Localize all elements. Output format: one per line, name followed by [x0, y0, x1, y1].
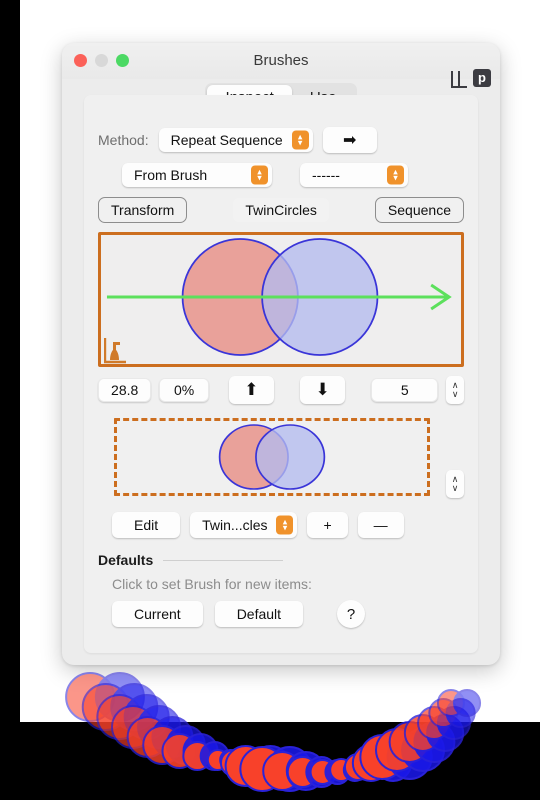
source-target-row: From Brush ▴ ▾ ------ ▴ ▾	[98, 163, 464, 187]
defaults-buttons-row: Current Default ?	[98, 600, 464, 628]
source-select-value: From Brush	[134, 167, 208, 183]
chevron-updown-icon: ▴ ▾	[387, 165, 404, 185]
percent-field[interactable]: 0%	[159, 378, 209, 402]
move-down-button[interactable]: ⬇	[299, 376, 346, 404]
inspect-panel: Method: Repeat Sequence ▴ ▾ ➡ From Brush …	[84, 95, 478, 653]
method-select-value: Repeat Sequence	[170, 132, 283, 148]
sequence-preview-area: ∧ ∨	[98, 418, 464, 500]
brush-stamp	[436, 689, 482, 717]
sequence-button[interactable]: Sequence	[374, 197, 464, 223]
arrow-right-icon: ➡	[342, 132, 357, 149]
canvas-controls-row: 28.8 0% ⬆ ⬇ 5 ∧ ∨	[98, 376, 464, 404]
item-select-value: Twin...cles	[202, 517, 268, 533]
count-field[interactable]: 5	[371, 378, 439, 402]
twin-circles-thumbnail	[218, 424, 326, 490]
stepper-down-icon[interactable]: ∨	[452, 483, 459, 493]
source-select[interactable]: From Brush ▴ ▾	[122, 163, 272, 187]
brushes-window: Brushes p Inspect Use Method: Repeat Seq…	[62, 43, 500, 665]
arrow-up-icon: ⬆	[244, 380, 259, 399]
item-select[interactable]: Twin...cles ▴ ▾	[190, 512, 298, 538]
corner-icon-group: p	[450, 69, 491, 88]
help-button[interactable]: ?	[337, 600, 366, 628]
apply-arrow-button[interactable]: ➡	[322, 127, 377, 153]
current-button[interactable]: Current	[112, 601, 203, 627]
p-badge-icon[interactable]: p	[473, 69, 491, 87]
brush-preview-canvas[interactable]	[98, 232, 464, 367]
method-select[interactable]: Repeat Sequence ▴ ▾	[158, 128, 313, 152]
size-field[interactable]: 28.8	[98, 378, 152, 402]
chevron-updown-icon: ▴ ▾	[291, 130, 309, 150]
flask-icon	[104, 338, 126, 364]
item-actions-row: Edit Twin...cles ▴ ▾ + —	[98, 512, 464, 538]
chevron-updown-icon: ▴ ▾	[251, 165, 268, 185]
defaults-divider	[163, 559, 284, 561]
target-select-value: ------	[312, 167, 340, 183]
chips-row: Transform TwinCircles Sequence	[98, 197, 464, 223]
default-button[interactable]: Default	[214, 601, 304, 627]
sequence-preview-box[interactable]	[114, 418, 430, 496]
defaults-subtitle: Click to set Brush for new items:	[112, 576, 312, 592]
method-row: Method: Repeat Sequence ▴ ▾ ➡	[98, 127, 464, 153]
preview-stepper[interactable]: ∧ ∨	[446, 470, 464, 498]
window-titlebar: Brushes p	[62, 43, 500, 88]
count-stepper[interactable]: ∧ ∨	[446, 376, 464, 404]
defaults-section-header: Defaults	[98, 552, 464, 568]
stepper-down-icon[interactable]: ∨	[452, 389, 459, 399]
method-label: Method:	[98, 132, 149, 148]
edit-button[interactable]: Edit	[112, 512, 181, 538]
defaults-heading: Defaults	[98, 552, 154, 568]
move-up-button[interactable]: ⬆	[228, 376, 274, 404]
brush-stroke-artwork	[65, 672, 482, 792]
target-select[interactable]: ------ ▴ ▾	[300, 163, 408, 187]
transform-button[interactable]: Transform	[98, 197, 188, 223]
chevron-updown-icon: ▴ ▾	[276, 515, 294, 535]
add-item-button[interactable]: +	[307, 512, 348, 538]
remove-item-button[interactable]: —	[357, 512, 404, 538]
layout-bracket-icon[interactable]	[450, 70, 467, 88]
brush-name-button[interactable]: TwinCircles	[233, 198, 329, 222]
arrow-down-icon: ⬇	[315, 380, 330, 399]
window-title: Brushes	[253, 52, 309, 69]
screen: Brushes p Inspect Use Method: Repeat Seq…	[0, 0, 540, 800]
twin-circles-graphic	[106, 238, 452, 356]
